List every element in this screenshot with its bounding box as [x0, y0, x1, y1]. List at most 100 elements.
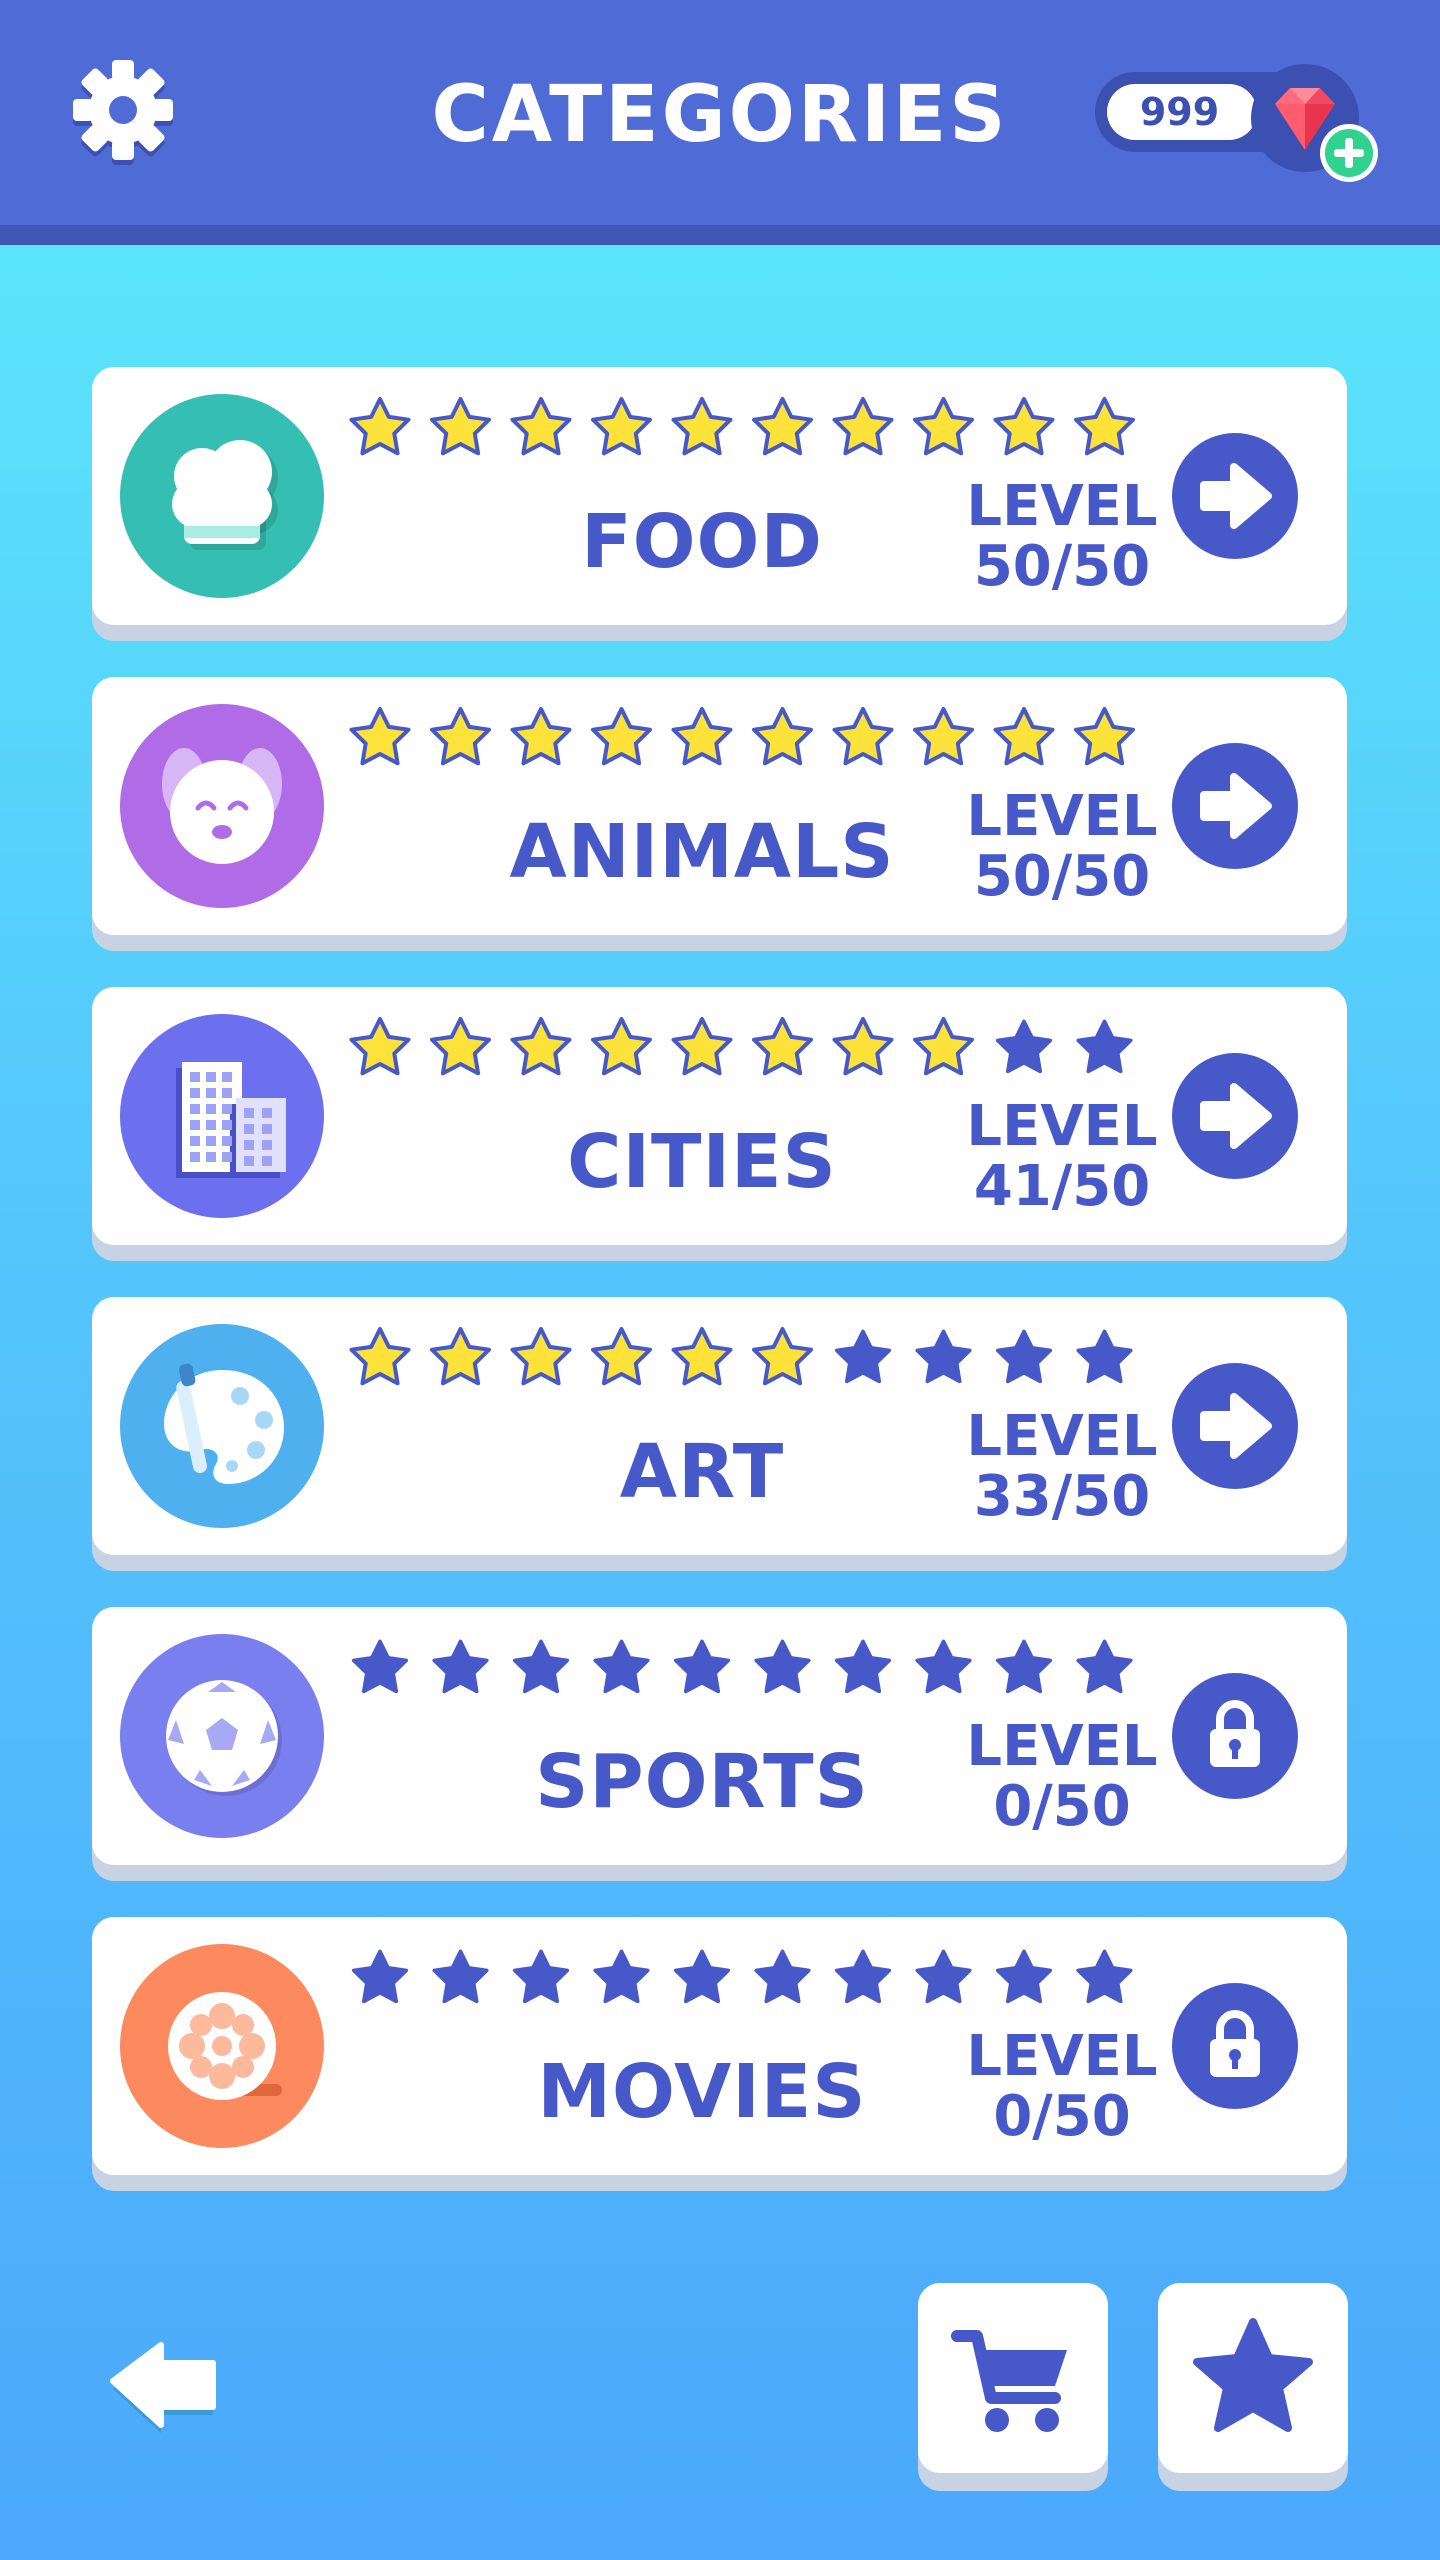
star-filled-icon	[591, 707, 652, 766]
star-empty-icon	[915, 1639, 972, 1694]
star-empty-icon	[351, 1949, 409, 2004]
star-empty-icon	[1076, 1019, 1133, 1074]
category-name: ANIMALS	[509, 809, 895, 895]
back-arrow-icon[interactable]	[105, 2325, 225, 2445]
star-filled-icon	[671, 1327, 733, 1386]
category-card-cities[interactable]: CITIES LEVEL 41/50	[92, 987, 1347, 1261]
star-rating	[349, 707, 1135, 766]
star-filled-icon	[832, 707, 894, 766]
gear-icon[interactable]	[68, 58, 178, 168]
star-empty-icon	[512, 1949, 570, 2004]
palette-icon	[120, 1324, 324, 1528]
category-card-art[interactable]: ART LEVEL 33/50	[92, 1297, 1347, 1571]
star-filled-icon	[913, 397, 974, 456]
star-filled-icon	[510, 1017, 572, 1076]
star-empty-icon	[754, 1639, 811, 1694]
star-empty-icon	[593, 1639, 650, 1694]
top-bar-shadow	[0, 225, 1440, 245]
soccer-ball-icon	[120, 1634, 324, 1838]
star-empty-icon	[432, 1639, 489, 1694]
star-rating	[351, 1639, 1133, 1694]
star-empty-icon	[512, 1639, 570, 1694]
star-rating	[349, 397, 1135, 456]
category-name: MOVIES	[537, 2049, 867, 2135]
star-empty-icon	[995, 1019, 1053, 1074]
star-empty-icon	[995, 1329, 1053, 1384]
star-filled-icon	[349, 1017, 411, 1076]
page-title: CATEGORIES	[431, 70, 1009, 160]
star-empty-icon	[834, 1329, 892, 1384]
star-filled-icon	[752, 707, 813, 766]
star-filled-icon	[671, 707, 733, 766]
level-progress: 50/50	[973, 534, 1151, 599]
category-card-food[interactable]: FOOD LEVEL 50/50	[92, 367, 1347, 641]
star-empty-icon	[351, 1639, 409, 1694]
shop-button[interactable]	[918, 2283, 1108, 2491]
star-filled-icon	[752, 397, 813, 456]
star-empty-icon	[1076, 1329, 1133, 1384]
star-filled-icon	[510, 707, 572, 766]
star-filled-icon	[752, 1017, 813, 1076]
star-empty-icon	[915, 1949, 972, 2004]
category-card-movies[interactable]: MOVIES LEVEL 0/50	[92, 1917, 1347, 2191]
star-filled-icon	[430, 1327, 491, 1386]
star-empty-icon	[834, 1949, 892, 2004]
star-rating	[349, 1017, 1133, 1076]
chef-hat-icon	[120, 394, 324, 598]
play-arrow-icon[interactable]	[1172, 1053, 1298, 1179]
star-filled-icon	[913, 707, 974, 766]
dog-icon	[120, 704, 324, 908]
favorites-button[interactable]	[1158, 2283, 1348, 2491]
star-rating	[351, 1949, 1133, 2004]
star-filled-icon	[430, 707, 491, 766]
star-filled-icon	[430, 397, 491, 456]
level-progress: 33/50	[973, 1464, 1151, 1529]
level-label: LEVEL	[966, 2024, 1158, 2089]
play-arrow-icon[interactable]	[1172, 743, 1298, 869]
star-filled-icon	[510, 1327, 572, 1386]
star-empty-icon	[1076, 1949, 1133, 2004]
plus-icon[interactable]	[1318, 122, 1380, 184]
star-filled-icon	[349, 707, 411, 766]
play-arrow-icon[interactable]	[1172, 1363, 1298, 1489]
star-filled-icon	[510, 397, 572, 456]
star-empty-icon	[915, 1329, 972, 1384]
film-reel-icon	[120, 1944, 324, 2148]
star-empty-icon	[754, 1949, 811, 2004]
star-empty-icon	[593, 1949, 650, 2004]
level-label: LEVEL	[966, 474, 1158, 539]
star-icon	[1193, 2318, 1313, 2432]
gem-count: 999	[1139, 90, 1220, 134]
star-filled-icon	[430, 1017, 491, 1076]
star-filled-icon	[671, 397, 733, 456]
level-progress: 50/50	[973, 844, 1151, 909]
gem-counter-field: 999	[1107, 84, 1257, 140]
star-filled-icon	[993, 397, 1055, 456]
lock-icon[interactable]	[1172, 1983, 1298, 2109]
star-filled-icon	[671, 1017, 733, 1076]
category-card-animals[interactable]: ANIMALS LEVEL 50/50	[92, 677, 1347, 951]
buildings-icon	[120, 1014, 324, 1218]
category-name: SPORTS	[535, 1739, 869, 1825]
star-empty-icon	[995, 1949, 1053, 2004]
star-empty-icon	[673, 1949, 731, 2004]
category-name: ART	[619, 1429, 785, 1515]
star-filled-icon	[349, 1327, 411, 1386]
star-empty-icon	[995, 1639, 1053, 1694]
level-label: LEVEL	[966, 784, 1158, 849]
star-empty-icon	[1076, 1639, 1133, 1694]
category-card-sports[interactable]: SPORTS LEVEL 0/50	[92, 1607, 1347, 1881]
star-empty-icon	[834, 1639, 892, 1694]
lock-icon[interactable]	[1172, 1673, 1298, 1799]
level-progress: 41/50	[973, 1154, 1151, 1219]
level-label: LEVEL	[966, 1404, 1158, 1469]
star-filled-icon	[832, 397, 894, 456]
star-filled-icon	[1074, 397, 1135, 456]
shopping-cart-icon	[951, 2330, 1067, 2432]
play-arrow-icon[interactable]	[1172, 433, 1298, 559]
star-filled-icon	[591, 1327, 652, 1386]
category-name: CITIES	[567, 1119, 837, 1205]
star-filled-icon	[1074, 707, 1135, 766]
level-label: LEVEL	[966, 1714, 1158, 1779]
level-progress: 0/50	[993, 1774, 1131, 1839]
